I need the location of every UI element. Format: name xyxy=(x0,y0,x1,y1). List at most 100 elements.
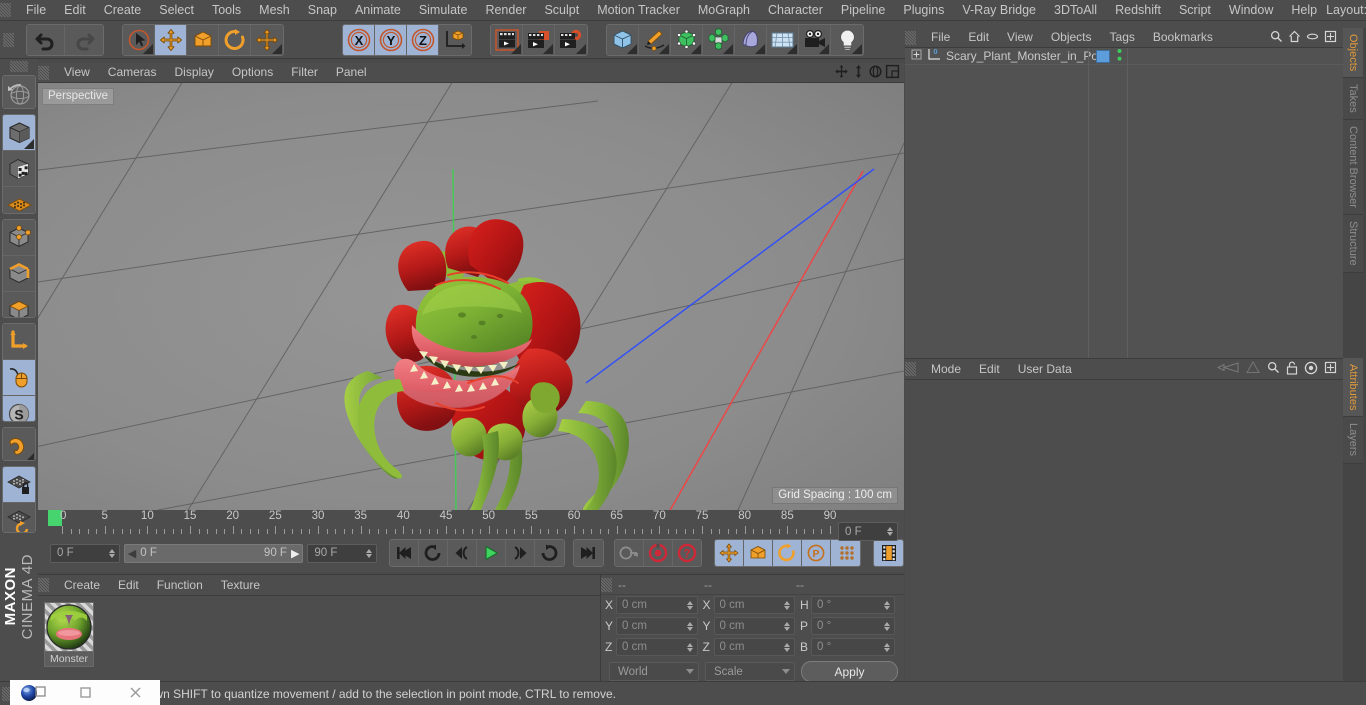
add-camera-button[interactable] xyxy=(799,24,831,55)
object-menu-bookmarks[interactable]: Bookmarks xyxy=(1144,27,1222,48)
rotation-b-spinner[interactable] xyxy=(884,642,892,652)
position-x-spinner[interactable] xyxy=(686,600,695,610)
scale-tool-button[interactable] xyxy=(187,24,219,55)
menu-motion-tracker[interactable]: Motion Tracker xyxy=(588,0,689,21)
redo-button[interactable] xyxy=(65,24,103,55)
tab-content-browser[interactable]: Content Browser xyxy=(1343,120,1363,215)
object-manager-gripper[interactable] xyxy=(905,30,916,45)
material-gripper[interactable] xyxy=(38,578,49,592)
viewport-menu-cameras[interactable]: Cameras xyxy=(99,62,166,83)
size-y-spinner[interactable] xyxy=(784,621,792,631)
add-deformer-button[interactable] xyxy=(703,24,735,55)
position-y-spinner[interactable] xyxy=(686,621,695,631)
undo-view-button[interactable] xyxy=(3,76,35,109)
menu-plugins[interactable]: Plugins xyxy=(894,0,953,21)
material-tag-icon[interactable] xyxy=(1096,49,1110,63)
rotation-h-spinner[interactable] xyxy=(884,600,892,610)
close-window-button[interactable] xyxy=(110,680,160,705)
timeline-button[interactable] xyxy=(874,540,903,566)
menu-render[interactable]: Render xyxy=(476,0,535,21)
play-backwards-loop-button[interactable] xyxy=(419,540,449,566)
move-tool-button[interactable] xyxy=(155,24,187,55)
preview-range-slider[interactable]: ◀ 0 F 90 F ▶ xyxy=(123,543,304,563)
z-axis-lock-button[interactable]: Z xyxy=(407,24,439,55)
transform-mode-select[interactable]: Scale xyxy=(705,662,795,681)
enable-axis-button[interactable] xyxy=(3,323,35,360)
current-frame-field[interactable]: 0 F xyxy=(50,543,120,563)
lock-workplane-button[interactable] xyxy=(3,467,35,504)
rotate-tool-button[interactable] xyxy=(219,24,251,55)
document-end-spinner[interactable] xyxy=(366,548,374,558)
size-x-spinner[interactable] xyxy=(784,600,792,610)
right-frame-field[interactable]: 0 F xyxy=(838,522,898,541)
search-icon[interactable] xyxy=(1270,30,1283,46)
lefttools-gripper[interactable] xyxy=(10,61,28,72)
menu-vray-bridge[interactable]: V-Ray Bridge xyxy=(953,0,1045,21)
points-mode-button[interactable] xyxy=(3,219,35,256)
menu-pipeline[interactable]: Pipeline xyxy=(832,0,894,21)
pan-icon[interactable] xyxy=(834,64,849,82)
edges-mode-button[interactable] xyxy=(3,255,35,292)
tab-layers[interactable]: Layers xyxy=(1343,417,1363,464)
attribute-menu-user-data[interactable]: User Data xyxy=(1009,359,1081,380)
menu-mograph[interactable]: MoGraph xyxy=(689,0,759,21)
home-icon[interactable] xyxy=(1288,30,1301,46)
world-object-coordinates-button[interactable] xyxy=(439,24,471,55)
viewport-canvas[interactable]: Perspective Grid Spacing : 100 cm xyxy=(38,83,904,510)
coordinates-gripper[interactable] xyxy=(601,577,612,592)
make-editable-button[interactable] xyxy=(3,115,35,152)
menu-3dtoall[interactable]: 3DToAll xyxy=(1045,0,1106,21)
rotation-p-field[interactable]: 0 ° xyxy=(811,617,895,635)
add-light-button[interactable] xyxy=(831,24,863,55)
material-menu-edit[interactable]: Edit xyxy=(109,575,148,596)
object-menu-tags[interactable]: Tags xyxy=(1101,27,1144,48)
menu-sculpt[interactable]: Sculpt xyxy=(535,0,588,21)
point-level-animation-button[interactable] xyxy=(831,540,861,566)
undo-button[interactable] xyxy=(27,24,65,55)
texture-mode-button[interactable] xyxy=(3,187,35,213)
minimize-window-button[interactable] xyxy=(60,680,110,705)
add-icon[interactable] xyxy=(1324,361,1337,377)
menu-edit[interactable]: Edit xyxy=(55,0,95,21)
position-y-field[interactable]: 0 cm xyxy=(616,617,698,635)
menu-simulate[interactable]: Simulate xyxy=(410,0,477,21)
material-menu-create[interactable]: Create xyxy=(55,575,109,596)
viewport-menu-filter[interactable]: Filter xyxy=(282,62,327,83)
viewport-menu-view[interactable]: View xyxy=(55,62,99,83)
rotation-h-field[interactable]: 0 ° xyxy=(811,596,895,614)
material-menu-texture[interactable]: Texture xyxy=(212,575,269,596)
play-forwards-loop-button[interactable] xyxy=(534,540,564,566)
next-frame-button[interactable] xyxy=(505,540,535,566)
expand-toggle-icon[interactable] xyxy=(911,49,922,63)
go-to-end-button[interactable] xyxy=(573,540,603,566)
object-row[interactable]: 0 Scary_Plant_Monster_in_Pot xyxy=(905,47,1343,65)
menu-mesh[interactable]: Mesh xyxy=(250,0,299,21)
object-menu-edit[interactable]: Edit xyxy=(959,27,998,48)
target-icon[interactable] xyxy=(1304,361,1318,378)
add-scene-object-button[interactable] xyxy=(735,24,767,55)
position-x-field[interactable]: 0 cm xyxy=(616,596,698,614)
parameter-key-button[interactable]: P xyxy=(802,540,832,566)
previous-frame-button[interactable] xyxy=(448,540,477,566)
ellipse-icon[interactable] xyxy=(1306,30,1319,46)
menu-file[interactable]: File xyxy=(17,0,55,21)
menu-animate[interactable]: Animate xyxy=(346,0,410,21)
menu-redshift[interactable]: Redshift xyxy=(1106,0,1170,21)
range-right-arrow-icon[interactable]: ▶ xyxy=(291,547,299,560)
attribute-manager-gripper[interactable] xyxy=(905,362,916,376)
menu-character[interactable]: Character xyxy=(759,0,832,21)
size-y-field[interactable]: 0 cm xyxy=(713,617,795,635)
menubar-gripper[interactable] xyxy=(0,3,11,17)
position-z-field[interactable]: 0 cm xyxy=(616,638,698,656)
visibility-dots-icon[interactable] xyxy=(1116,48,1123,65)
keyframe-selection-button[interactable]: ? xyxy=(672,540,702,566)
play-button[interactable] xyxy=(477,540,506,566)
c4d-orb-icon[interactable] xyxy=(10,680,60,705)
autokeying-button[interactable] xyxy=(614,540,644,566)
add-floor-button[interactable] xyxy=(767,24,799,55)
tab-structure[interactable]: Structure xyxy=(1343,214,1363,273)
rotation-key-button[interactable] xyxy=(773,540,803,566)
workplane-rotate-button[interactable] xyxy=(3,503,35,533)
material-menu-function[interactable]: Function xyxy=(148,575,212,596)
tab-attributes[interactable]: Attributes xyxy=(1343,358,1363,418)
